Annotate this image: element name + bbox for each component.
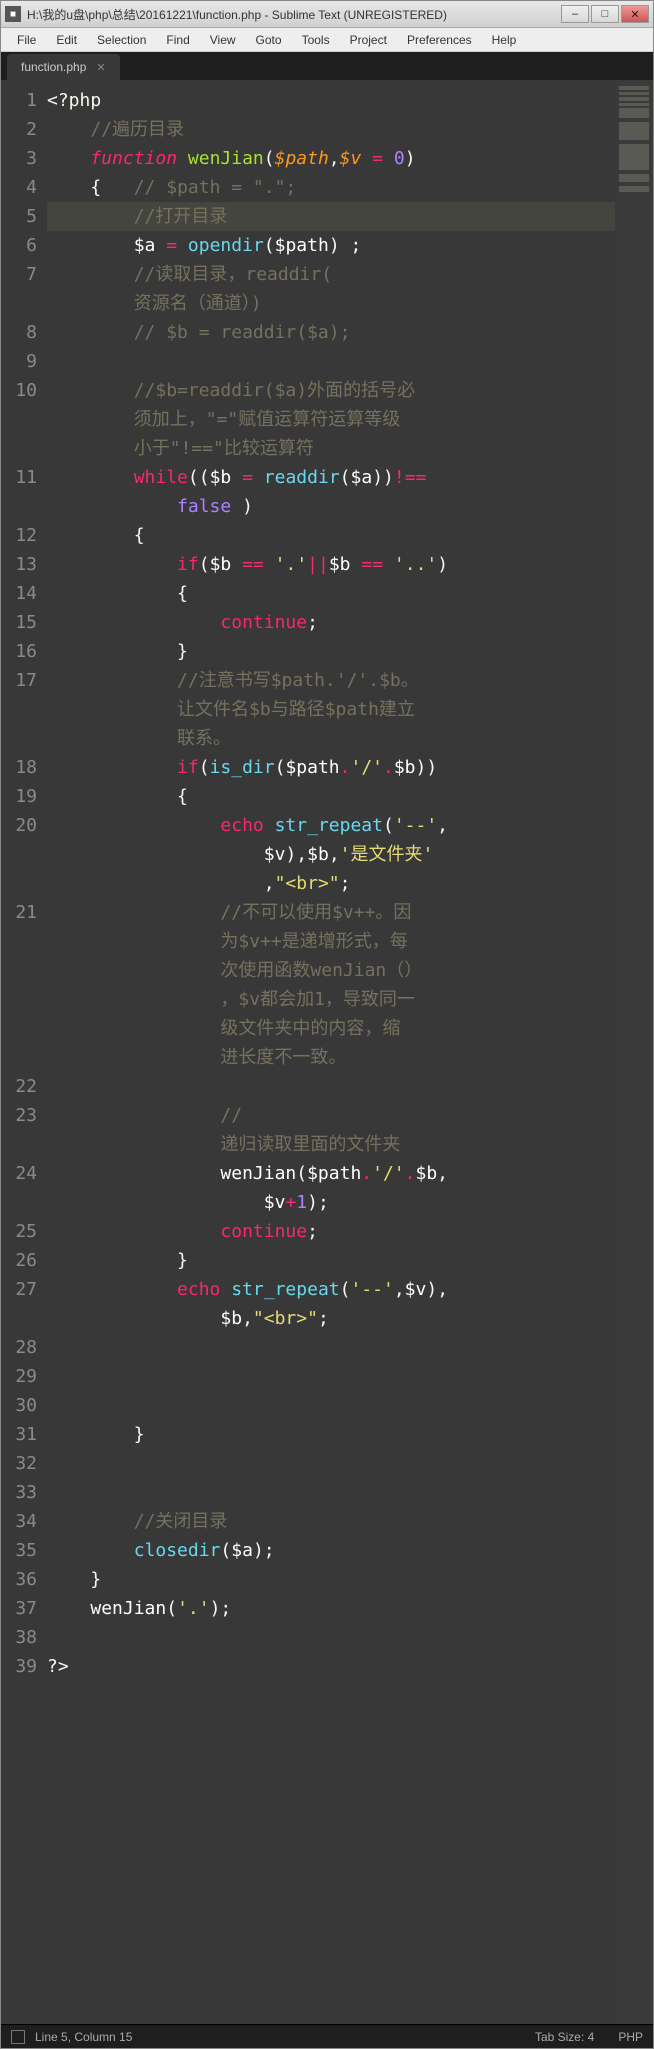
status-position[interactable]: Line 5, Column 15 [35, 2030, 132, 2044]
minimize-button[interactable]: – [561, 5, 589, 23]
menu-project[interactable]: Project [340, 31, 397, 49]
menu-file[interactable]: File [7, 31, 46, 49]
menu-goto[interactable]: Goto [246, 31, 292, 49]
menu-view[interactable]: View [200, 31, 246, 49]
close-button[interactable]: ✕ [621, 5, 649, 23]
menu-selection[interactable]: Selection [87, 31, 156, 49]
tab-function-php[interactable]: function.php ✕ [7, 54, 120, 80]
close-icon[interactable]: ✕ [96, 61, 105, 74]
tab-label: function.php [21, 60, 86, 74]
app-window: ■ H:\我的u盘\php\总结\20161221\function.php -… [0, 0, 654, 2049]
code-area[interactable]: <?php //遍历目录 function wenJian($path,$v =… [47, 80, 615, 2024]
menubar: File Edit Selection Find View Goto Tools… [1, 28, 653, 52]
menu-find[interactable]: Find [156, 31, 199, 49]
window-title: H:\我的u盘\php\总结\20161221\function.php - S… [27, 6, 561, 23]
statusbar: Line 5, Column 15 Tab Size: 4 PHP [1, 2024, 653, 2048]
status-tabsize[interactable]: Tab Size: 4 [535, 2030, 594, 2044]
app-icon: ■ [5, 6, 21, 22]
menu-tools[interactable]: Tools [292, 31, 340, 49]
menu-edit[interactable]: Edit [46, 31, 87, 49]
titlebar[interactable]: ■ H:\我的u盘\php\总结\20161221\function.php -… [1, 1, 653, 28]
editor: 1 2 3 4 5 6 7 8 9 10 11 12 13 14 15 16 1… [1, 80, 653, 2024]
panel-icon[interactable] [11, 2030, 25, 2044]
menu-help[interactable]: Help [482, 31, 527, 49]
minimap[interactable] [615, 80, 653, 2024]
status-lang[interactable]: PHP [618, 2030, 643, 2044]
line-gutter: 1 2 3 4 5 6 7 8 9 10 11 12 13 14 15 16 1… [1, 80, 47, 2024]
menu-preferences[interactable]: Preferences [397, 31, 482, 49]
tabbar: function.php ✕ [1, 52, 653, 80]
window-buttons: – □ ✕ [561, 5, 649, 23]
maximize-button[interactable]: □ [591, 5, 619, 23]
